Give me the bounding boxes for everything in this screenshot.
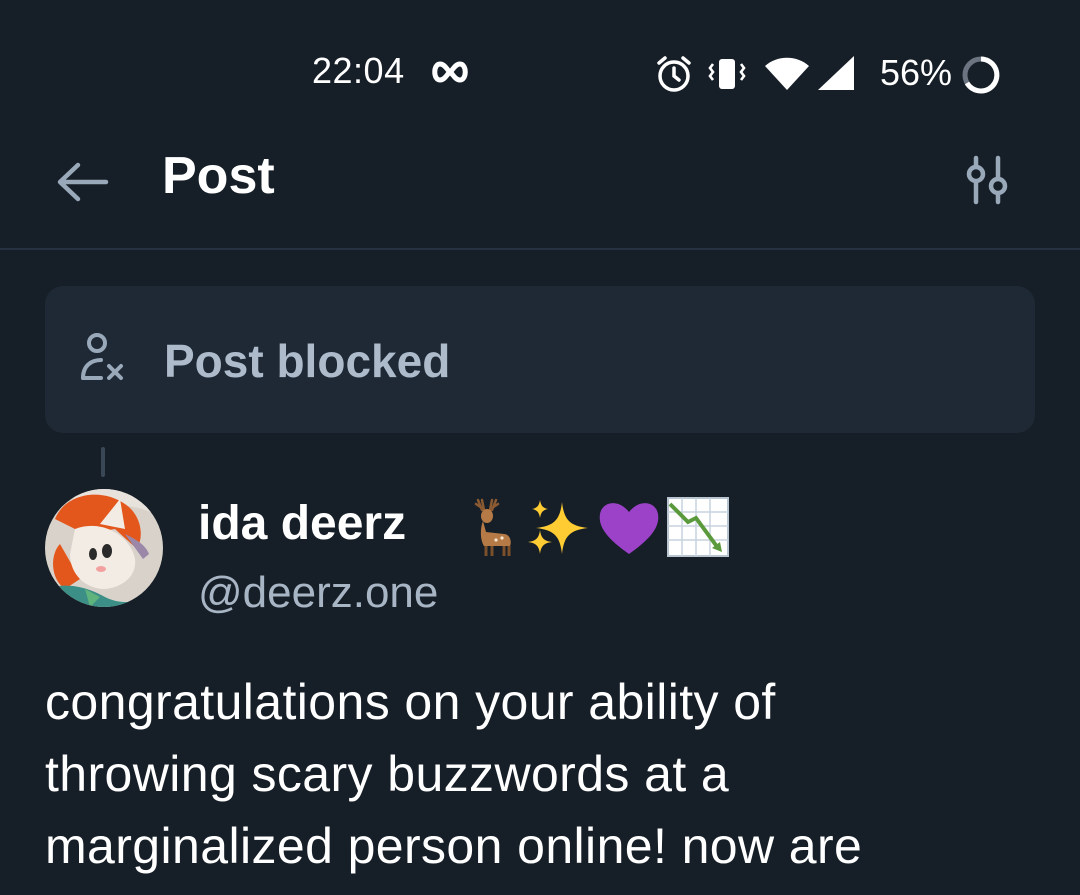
- status-time: 22:04: [312, 50, 405, 91]
- post-body: congratulations on your ability of throw…: [45, 666, 1035, 882]
- author-handle[interactable]: @deerz.one: [198, 568, 438, 618]
- post-text-line: congratulations on your ability of: [45, 674, 776, 730]
- author-display-name[interactable]: ida deerz: [198, 496, 406, 551]
- thread-connector: [101, 447, 105, 477]
- battery-ring-icon: [962, 56, 1000, 94]
- sparkles-emoji: [528, 500, 588, 554]
- blocked-label: Post blocked: [164, 335, 451, 387]
- top-app-bar: Post: [0, 140, 1080, 250]
- wifi-icon: [765, 57, 809, 90]
- status-bar: 22:04 56%: [0, 0, 1080, 140]
- alarm-icon: [657, 56, 691, 92]
- vibrate-icon: [708, 59, 746, 89]
- chart-decreasing-emoji: [667, 497, 729, 557]
- infinity-icon: [432, 61, 468, 83]
- blocked-post-notice[interactable]: Post blocked: [45, 286, 1035, 433]
- battery-percentage: 56%: [880, 52, 953, 93]
- avatar[interactable]: [45, 489, 163, 607]
- deer-emoji: [474, 498, 511, 556]
- purple-heart-emoji: [599, 503, 659, 554]
- post-text-line: marginalized person online! now are: [45, 818, 863, 874]
- post-text-line: throwing scary buzzwords at a: [45, 746, 730, 802]
- back-arrow-icon[interactable]: [52, 150, 116, 214]
- user-blocked-icon: [81, 333, 123, 380]
- avatar-image: [45, 489, 163, 607]
- sliders-icon[interactable]: [960, 152, 1016, 208]
- signal-icon: [818, 56, 854, 90]
- page-title: Post: [162, 147, 275, 205]
